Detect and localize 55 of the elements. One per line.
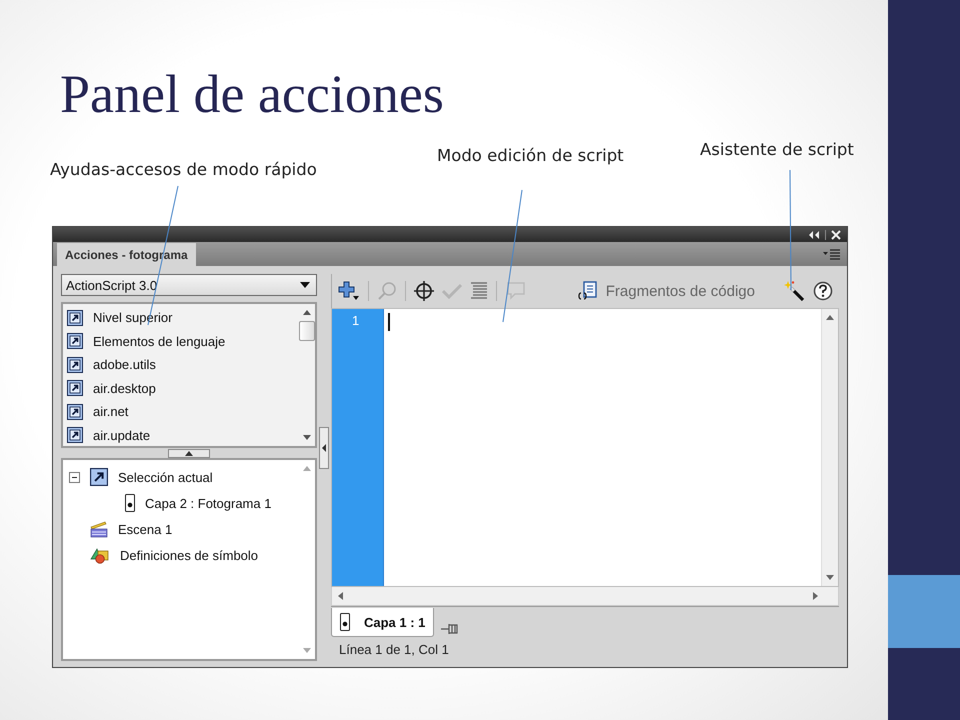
frame-icon	[125, 494, 135, 512]
format-lines-icon[interactable]	[470, 281, 488, 301]
text-cursor	[388, 313, 390, 331]
navigator-item[interactable]: Escena 1	[69, 516, 293, 542]
help-icon[interactable]	[813, 281, 833, 301]
splitter-handle[interactable]	[319, 426, 329, 468]
menu-icon[interactable]	[823, 248, 841, 260]
comment-icon[interactable]	[505, 281, 527, 301]
scroll-right-icon[interactable]	[813, 592, 818, 600]
library-item[interactable]: air.update	[67, 424, 295, 447]
annotation-label: Ayudas-accesos de modo rápido	[50, 160, 317, 180]
book-icon	[67, 380, 83, 396]
book-icon	[67, 310, 83, 326]
close-icon[interactable]	[831, 230, 841, 240]
clapperboard-icon	[90, 520, 108, 538]
expander-icon[interactable]	[69, 472, 80, 482]
layer-tab[interactable]: Capa 1 : 1	[331, 608, 434, 637]
library-item[interactable]: air.net	[67, 400, 295, 424]
navigator-item[interactable]: Selección actual	[69, 464, 293, 490]
language-dropdown[interactable]: ActionScript 3.0	[61, 274, 317, 296]
pin-icon[interactable]	[440, 621, 460, 637]
library-item[interactable]: Elementos de lenguaje	[67, 330, 295, 353]
selection-icon	[90, 468, 108, 486]
dropdown-caret-icon	[300, 282, 310, 288]
annotation-label: Modo edición de script	[437, 146, 624, 166]
scroll-up-icon[interactable]	[826, 315, 834, 320]
line-number: 1	[352, 313, 360, 328]
checkmark-icon[interactable]	[442, 283, 462, 299]
frame-icon	[340, 613, 350, 631]
navigator-item[interactable]: Capa 2 : Fotograma 1	[69, 490, 293, 516]
scrollbar[interactable]	[821, 309, 838, 586]
splitter-handle[interactable]	[168, 448, 210, 458]
status-text: Línea 1 de 1, Col 1	[339, 642, 449, 656]
scrollbar-thumb[interactable]	[299, 321, 315, 341]
book-icon	[67, 356, 83, 373]
book-icon	[67, 404, 83, 420]
scroll-left-icon[interactable]	[338, 592, 343, 600]
slide-title: Panel de acciones	[60, 63, 444, 126]
navigator-item[interactable]: Definiciones de símbolo	[69, 542, 293, 568]
library-item[interactable]: air.desktop	[67, 376, 295, 400]
shapes-icon	[90, 546, 110, 564]
target-icon[interactable]	[414, 281, 434, 301]
scroll-up-icon[interactable]	[303, 310, 311, 315]
document-icon	[578, 281, 598, 301]
scroll-down-icon[interactable]	[826, 575, 834, 580]
add-icon[interactable]	[338, 281, 360, 301]
code-snippets-button[interactable]: Fragmentos de código	[578, 281, 755, 301]
scrollbar[interactable]	[331, 587, 839, 606]
book-icon	[67, 427, 83, 444]
library-item[interactable]: adobe.utils	[67, 353, 295, 376]
magic-wand-icon[interactable]	[783, 280, 805, 302]
annotation-label: Asistente de script	[700, 140, 854, 160]
book-icon	[67, 333, 83, 350]
scroll-down-icon[interactable]	[303, 435, 311, 440]
collapse-icon[interactable]	[808, 230, 820, 240]
